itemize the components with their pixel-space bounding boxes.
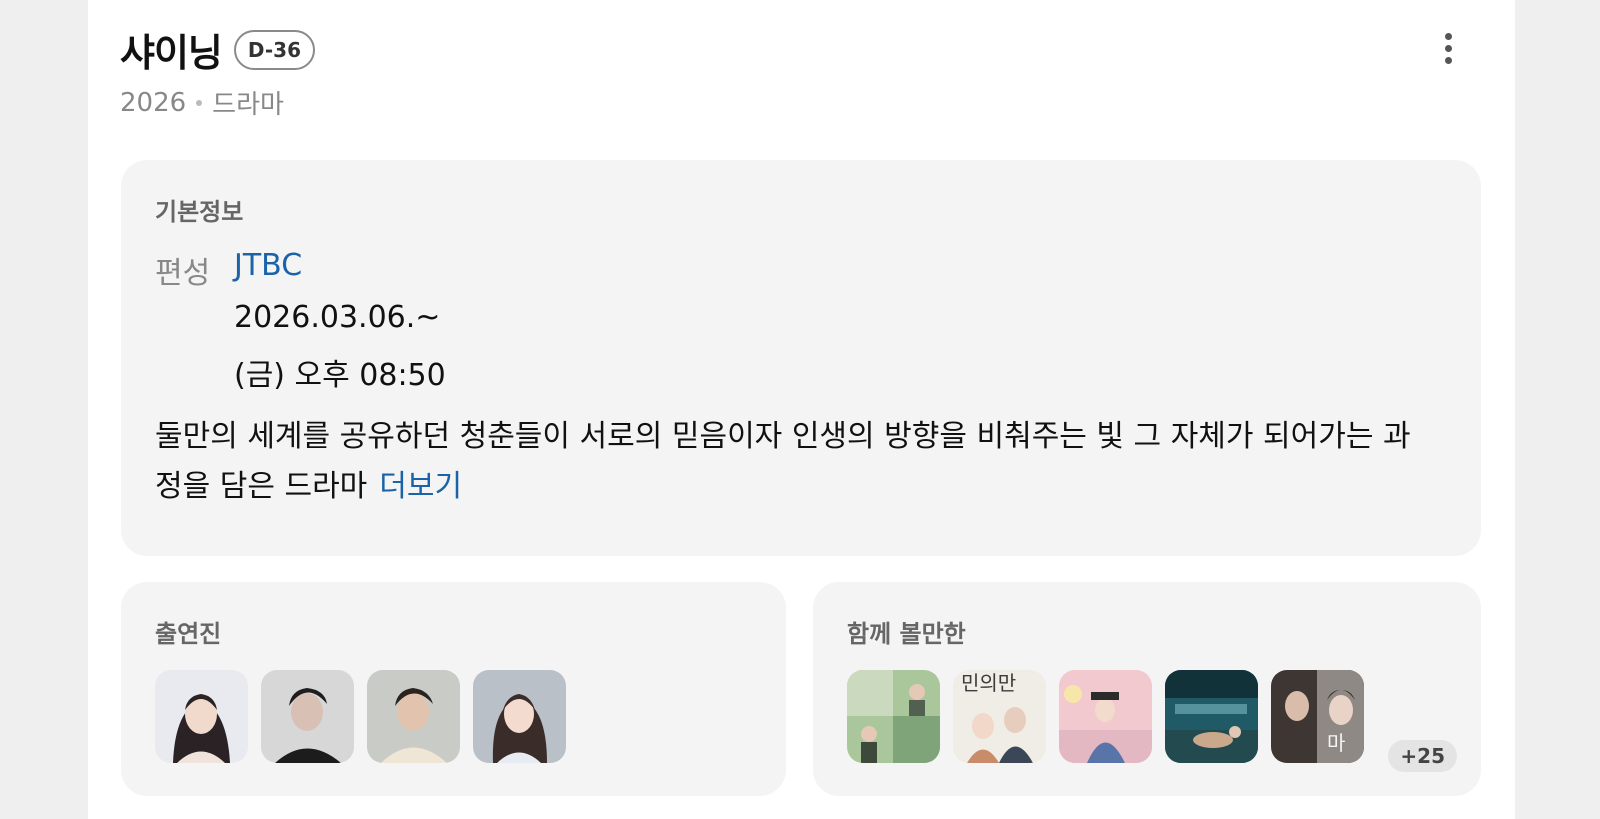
network-link[interactable]: JTBC xyxy=(234,248,302,283)
dday-badge: D-36 xyxy=(233,29,315,70)
recommendations-card: 함께 볼만한 민의만 마 +25 xyxy=(813,582,1481,796)
cast-card: 출연진 xyxy=(121,582,786,796)
recommendation-poster[interactable] xyxy=(1059,670,1152,763)
title-row: 샤이닝 D-36 xyxy=(120,22,315,77)
more-vertical-icon[interactable] xyxy=(1428,28,1468,68)
meta-row: 2026 드라마 xyxy=(120,84,284,121)
content-panel: 샤이닝 D-36 2026 드라마 기본정보 편성 JTBC 2026.03.0… xyxy=(88,0,1515,819)
page-title: 샤이닝 xyxy=(120,31,223,75)
more-link[interactable]: 더보기 xyxy=(379,469,462,504)
cast-photo[interactable] xyxy=(473,670,566,763)
air-time: (금) 오후 08:50 xyxy=(234,358,446,393)
more-count-badge[interactable]: +25 xyxy=(1388,740,1457,772)
recommendation-poster[interactable]: 민의만 xyxy=(953,670,1046,763)
cast-title: 출연진 xyxy=(155,620,222,648)
basic-info-card: 기본정보 편성 JTBC 2026.03.06.~ (금) 오후 08:50 둘… xyxy=(121,160,1481,556)
release-year: 2026 xyxy=(120,87,187,118)
cast-list xyxy=(155,670,566,763)
recommendations-list: 민의만 마 xyxy=(847,670,1364,763)
recommendation-poster[interactable] xyxy=(1165,670,1258,763)
poster-title-text: 민의만 xyxy=(961,671,1016,695)
more-dot xyxy=(1444,56,1452,64)
cast-photo[interactable] xyxy=(261,670,354,763)
recommendations-title: 함께 볼만한 xyxy=(847,620,966,648)
more-dot xyxy=(1444,32,1452,40)
air-date: 2026.03.06.~ xyxy=(234,300,441,335)
cast-photo[interactable] xyxy=(155,670,248,763)
basic-info-title: 기본정보 xyxy=(155,198,244,226)
synopsis: 둘만의 세계를 공유하던 청춘들이 서로의 믿음이자 인생의 방향을 비춰주는 … xyxy=(155,412,1425,512)
broadcast-label: 편성 xyxy=(155,256,211,291)
poster-title-text: 마 xyxy=(1327,731,1345,755)
synopsis-text: 둘만의 세계를 공유하던 청춘들이 서로의 믿음이자 인생의 방향을 비춰주는 … xyxy=(155,419,1411,504)
recommendation-poster[interactable] xyxy=(847,670,940,763)
more-dot xyxy=(1444,44,1452,52)
separator-dot xyxy=(196,99,203,106)
cast-photo[interactable] xyxy=(367,670,460,763)
recommendation-poster[interactable]: 마 xyxy=(1271,670,1364,763)
genre: 드라마 xyxy=(212,90,284,120)
